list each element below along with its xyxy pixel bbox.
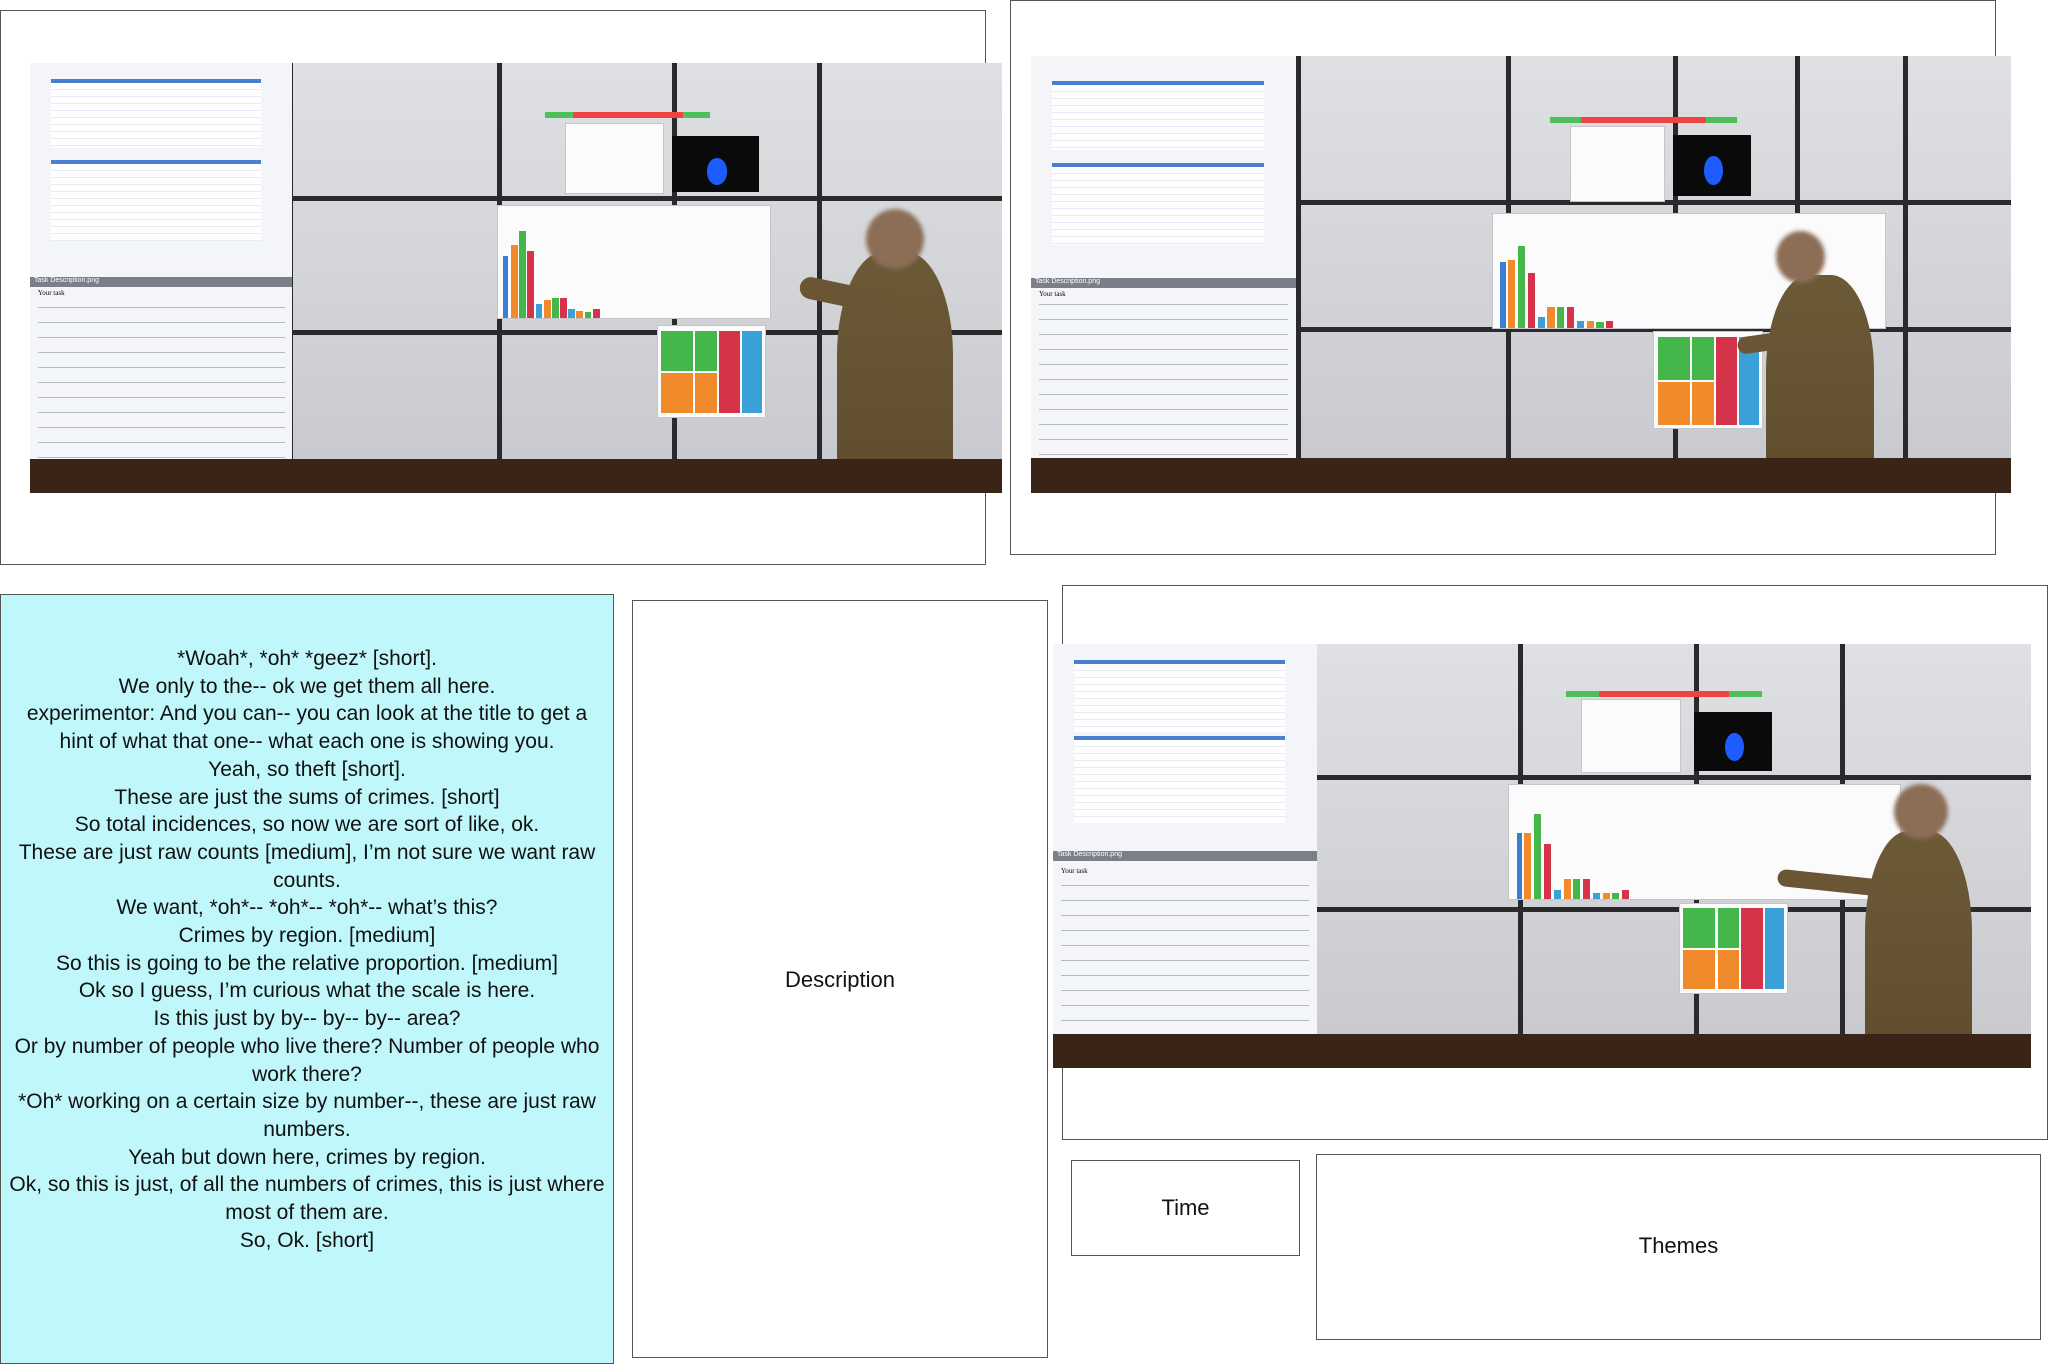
themes-box[interactable]: Themes [1316,1154,2041,1340]
transcript-line: We only to the-- ok we get them all here… [118,674,496,698]
themes-label: Themes [1638,1233,1719,1258]
photo-frame-bottom-right: Task Description.png Your task [1053,585,2048,1140]
transcript-line: These are just the sums of crimes. [shor… [114,785,500,809]
transcript-line: Ok so I guess, I’m curious what the scal… [78,979,536,1003]
text-panel [1570,125,1666,203]
transcript-line: So total incidences, so now we are sort … [74,813,540,837]
photo-frame-top-right: Task Description.png Your task [1010,0,2011,555]
video-frame-photo: Task Description.png Your task [1031,56,2011,493]
transcript-panel: *Woah*, *oh* *geez* [short]. We only to … [0,594,614,1364]
doc-heading: Your task [37,289,65,298]
text-panel [564,123,664,194]
video-frame-photo: Task Description.png Your task [30,63,1002,493]
transcript-text: *Woah*, *oh* *geez* [short]. We only to … [9,645,605,1254]
task-document: Task Description.png Your task [1031,56,1296,467]
transcript-line: These are just raw counts [medium], I’m … [18,840,596,892]
doc-heading: Your task [1060,867,1088,876]
transcript-line: experimentor: And you can-- you can look… [26,702,588,754]
region-chart-panel [656,325,766,418]
task-document: Task Description.png Your task [1053,644,1318,1043]
transcript-line: Ok, so this is just, of all the numbers … [9,1173,605,1225]
doc-title: Task Description.png [1057,851,1122,859]
transcript-line: We want, *oh*-- *oh*-- *oh*-- what’s thi… [116,896,498,920]
transcript-line: So, Ok. [short] [239,1228,375,1252]
description-label: Description [784,967,896,992]
bar-chart-panel [496,204,771,319]
doc-title: Task Description.png [34,277,99,285]
photo-frame-top-left: Task Description.png Your task [0,10,1002,565]
transcript-line: So this is going to be the relative prop… [56,951,558,975]
transcript-line: Or by number of people who live there? N… [14,1034,600,1086]
transcript-line: *Woah*, *oh* *geez* [short]. [177,647,437,670]
blurred-face [1894,783,1948,840]
transcript-line: Is this just by by-- by-- by-- area? [153,1007,461,1031]
person-figure [1864,830,1973,1068]
doc-title: Task Description.png [1035,277,1100,285]
transcript-line: *Oh* working on a certain size by number… [18,1090,596,1141]
video-frame-photo: Task Description.png Your task [1053,644,2031,1068]
response-panel [1672,134,1752,196]
transcript-line: Yeah but down here, crimes by region. [128,1145,486,1169]
transcript-line: Yeah, so theft [short]. [208,757,406,781]
blurred-face [1775,230,1825,284]
region-chart-panel [1678,902,1789,994]
task-document: Task Description.png Your task [30,63,293,468]
time-box[interactable]: Time [1071,1160,1300,1256]
response-panel [1693,711,1772,772]
description-box[interactable]: Description [632,600,1048,1358]
transcript-line: Crimes by region. [medium] [178,924,436,948]
response-panel [671,136,759,192]
text-panel [1581,699,1681,774]
time-label: Time [1161,1195,1210,1220]
